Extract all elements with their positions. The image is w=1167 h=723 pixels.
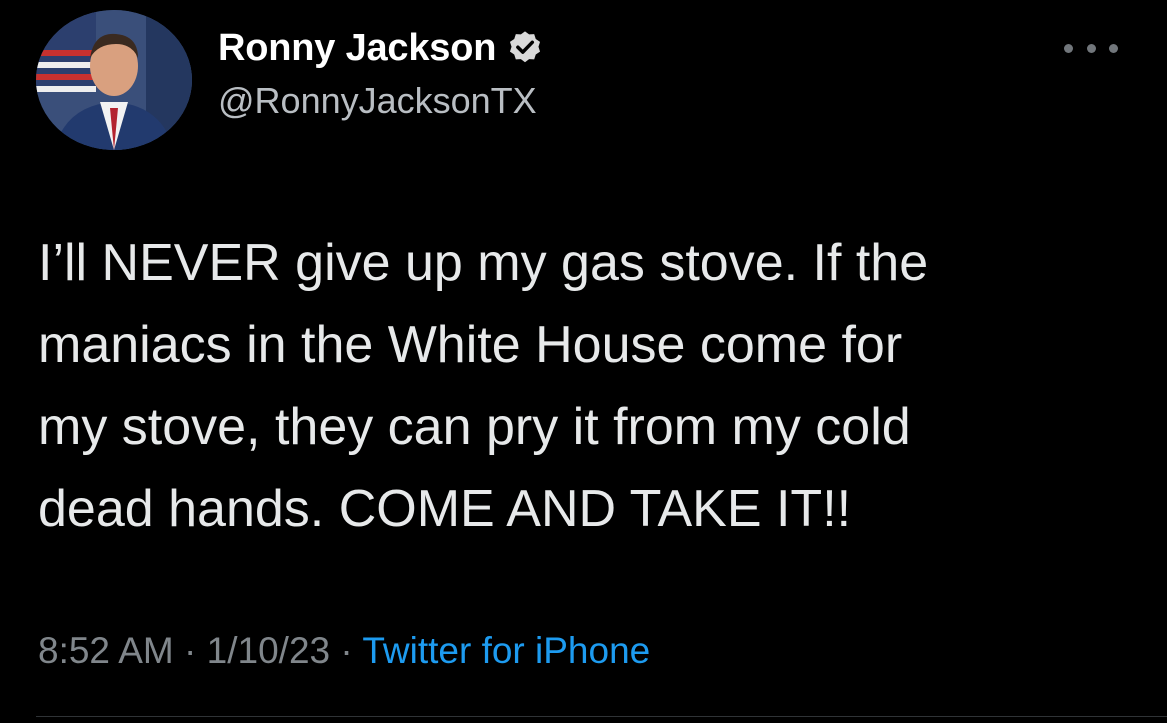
- tweet-meta: 8:52 AM · 1/10/23 · Twitter for iPhone: [38, 630, 650, 672]
- tweet-date[interactable]: 1/10/23: [207, 630, 330, 671]
- tweet-card: Ronny Jackson @RonnyJacksonTX I’ll NEVER…: [0, 0, 1167, 723]
- display-name[interactable]: Ronny Jackson: [218, 27, 496, 70]
- tweet-time[interactable]: 8:52 AM: [38, 630, 174, 671]
- verified-badge-icon: [506, 29, 544, 67]
- avatar[interactable]: [36, 10, 192, 150]
- profile-photo: [36, 10, 192, 150]
- divider: [36, 716, 1167, 717]
- tweet-text: I’ll NEVER give up my gas stove. If the …: [38, 234, 929, 538]
- more-dot: [1109, 43, 1118, 53]
- more-dot: [1086, 43, 1096, 53]
- author-block: Ronny Jackson @RonnyJacksonTX: [218, 22, 544, 122]
- more-dot: [1064, 43, 1073, 53]
- tweet-source-link[interactable]: Twitter for iPhone: [362, 630, 650, 671]
- meta-separator: ·: [173, 630, 207, 671]
- meta-separator: ·: [330, 630, 363, 671]
- name-row: Ronny Jackson: [218, 22, 544, 74]
- user-handle[interactable]: @RonnyJacksonTX: [218, 80, 544, 122]
- more-options-icon[interactable]: [1064, 38, 1118, 58]
